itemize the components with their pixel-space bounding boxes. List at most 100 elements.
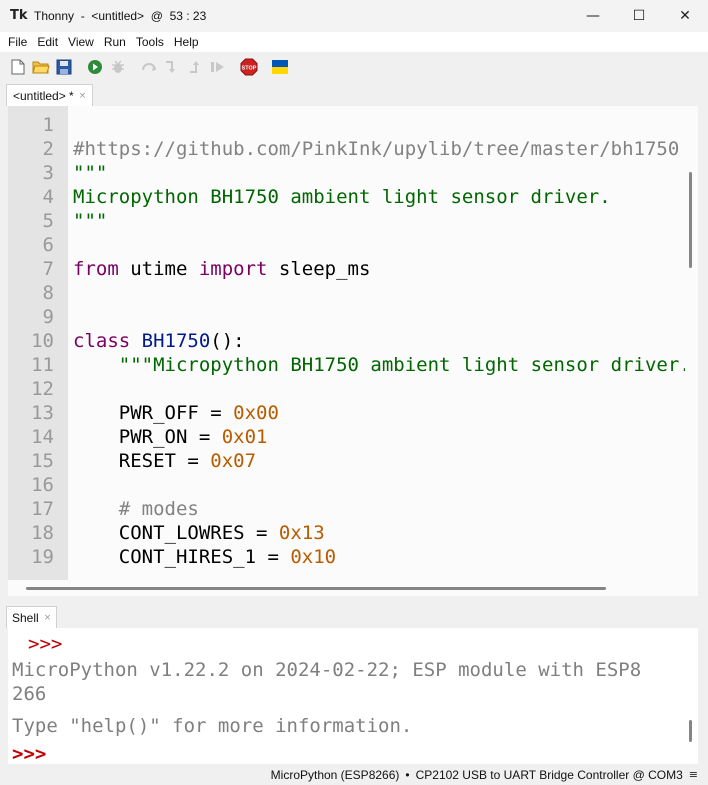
- code-line: """: [73, 161, 107, 185]
- line-number: 2: [42, 138, 54, 160]
- save-button[interactable]: [54, 57, 74, 77]
- line-number: 14: [31, 426, 54, 448]
- run-icon: [88, 60, 102, 74]
- menu-bar: File Edit View Run Tools Help: [0, 32, 708, 52]
- code-token: 0x01: [221, 426, 268, 448]
- line-number: 8: [42, 282, 54, 304]
- shell-tab[interactable]: Shell ×: [6, 606, 58, 628]
- shell-banner-line: 266: [12, 683, 47, 705]
- debug-button[interactable]: [108, 57, 128, 77]
- code-line: PWR_ON = 0x01: [73, 425, 268, 449]
- line-number-gutter: 1 2 3 4 5 6 7 8 9 10 11 12 13 14 15 16 17 18 19: [8, 106, 68, 580]
- code-line: """: [73, 209, 107, 233]
- line-number: 11: [31, 354, 54, 376]
- line-number: 12: [31, 378, 54, 400]
- resume-button[interactable]: [208, 57, 228, 77]
- code-line: """Micropython BH1750 ambient light sens…: [73, 353, 685, 377]
- line-number: 9: [42, 306, 54, 328]
- code-token: # modes: [73, 498, 199, 520]
- code-line: PWR_OFF = 0x00: [73, 401, 279, 425]
- shell-prompt[interactable]: >>>: [12, 742, 46, 764]
- step-out-icon: [190, 61, 199, 73]
- editor-horizontal-scroll-thumb[interactable]: [26, 587, 606, 590]
- code-token: PWR_ON =: [73, 426, 222, 448]
- code-token: 0x10: [290, 546, 337, 568]
- shell-tab-label: Shell: [12, 610, 39, 625]
- line-number: 3: [42, 162, 54, 184]
- minimize-button[interactable]: —: [570, 0, 616, 32]
- line-number: 16: [31, 474, 54, 496]
- code-line: CONT_LOWRES = 0x13: [73, 521, 325, 545]
- new-file-icon: [11, 59, 25, 75]
- stop-icon-label: STOP: [242, 66, 257, 72]
- menu-tools[interactable]: Tools: [131, 35, 169, 49]
- code-token: #https://github.com/PinkInk/upylib/tree/…: [73, 138, 680, 160]
- resume-icon: [211, 62, 224, 72]
- line-number: 19: [31, 546, 54, 568]
- line-number: 17: [31, 498, 54, 520]
- code-token: 0x00: [233, 402, 279, 424]
- line-number: 18: [31, 522, 54, 544]
- toolbar: STOP: [0, 52, 708, 82]
- code-token: from: [73, 258, 119, 280]
- line-number: 15: [31, 450, 54, 472]
- line-number: 13: [31, 402, 54, 424]
- run-button[interactable]: [85, 57, 105, 77]
- new-file-button[interactable]: [8, 57, 28, 77]
- interpreter-selector[interactable]: MicroPython (ESP8266): [271, 768, 400, 782]
- menu-help[interactable]: Help: [169, 35, 204, 49]
- step-into-icon: [166, 61, 175, 73]
- close-window-button[interactable]: ✕: [662, 0, 708, 32]
- code-line: RESET = 0x07: [73, 449, 256, 473]
- code-editor[interactable]: 1 2 3 4 5 6 7 8 9 10 11 12 13 14 15 16 17 18 19 #https://g…: [8, 106, 698, 580]
- code-token: import: [198, 258, 268, 280]
- shell-console[interactable]: >>> MicroPython v1.22.2 on 2024-02-22; E…: [8, 628, 698, 764]
- step-out-button[interactable]: [185, 57, 205, 77]
- editor-tab-untitled[interactable]: <untitled> * ×: [6, 84, 94, 106]
- shell-banner-line: MicroPython v1.22.2 on 2024-02-22; ESP m…: [12, 659, 642, 681]
- code-token: """Micropython BH1750 ambient light sens…: [118, 354, 685, 376]
- maximize-button[interactable]: ☐: [616, 0, 662, 32]
- open-file-button[interactable]: [31, 57, 51, 77]
- stop-button[interactable]: STOP: [239, 57, 259, 77]
- support-ukraine-button[interactable]: [270, 57, 290, 77]
- step-over-button[interactable]: [139, 57, 159, 77]
- code-token: ():: [210, 330, 245, 352]
- editor-vertical-scrollbar[interactable]: [689, 172, 695, 362]
- window-controls: — ☐ ✕: [570, 0, 708, 32]
- code-token: sleep_ms: [267, 258, 371, 280]
- shell-tab-bar: Shell ×: [0, 606, 708, 628]
- menu-run[interactable]: Run: [99, 35, 131, 49]
- code-token: class: [73, 330, 131, 352]
- menu-view[interactable]: View: [63, 35, 99, 49]
- open-folder-icon: [32, 61, 50, 74]
- menu-edit[interactable]: Edit: [32, 35, 63, 49]
- editor-tab-label: <untitled> *: [13, 88, 74, 103]
- editor-vertical-scroll-thumb[interactable]: [689, 172, 692, 268]
- code-token: Micropython BH1750 ambient light sensor …: [73, 186, 611, 208]
- editor-horizontal-scrollbar[interactable]: [8, 580, 698, 596]
- code-line: class BH1750():: [73, 329, 245, 353]
- close-tab-icon[interactable]: ×: [79, 91, 87, 101]
- shell-help-line: Type "help()" for more information.: [12, 715, 413, 737]
- code-line: from utime import sleep_ms: [73, 257, 370, 281]
- close-shell-tab-icon[interactable]: ×: [44, 613, 52, 623]
- status-separator: •: [405, 767, 410, 782]
- line-number: 7: [42, 258, 54, 280]
- code-text-area[interactable]: #https://github.com/PinkInk/upylib/tree/…: [68, 106, 685, 580]
- status-bar: MicroPython (ESP8266) • CP2102 USB to UA…: [0, 764, 708, 785]
- code-token: 0x07: [210, 450, 257, 472]
- line-number: 10: [31, 330, 54, 352]
- step-over-icon: [142, 63, 156, 71]
- port-info[interactable]: CP2102 USB to UART Bridge Controller @ C…: [416, 768, 683, 782]
- step-into-button[interactable]: [162, 57, 182, 77]
- line-number: 5: [42, 210, 54, 232]
- editor-tab-bar: <untitled> * ×: [0, 84, 708, 106]
- line-number: 6: [42, 234, 54, 256]
- shell-scroll-thumb[interactable]: [689, 720, 692, 742]
- hamburger-menu-icon[interactable]: ≡: [689, 768, 698, 781]
- menu-file[interactable]: File: [3, 35, 32, 49]
- code-line: CONT_HIRES_1 = 0x10: [73, 545, 336, 569]
